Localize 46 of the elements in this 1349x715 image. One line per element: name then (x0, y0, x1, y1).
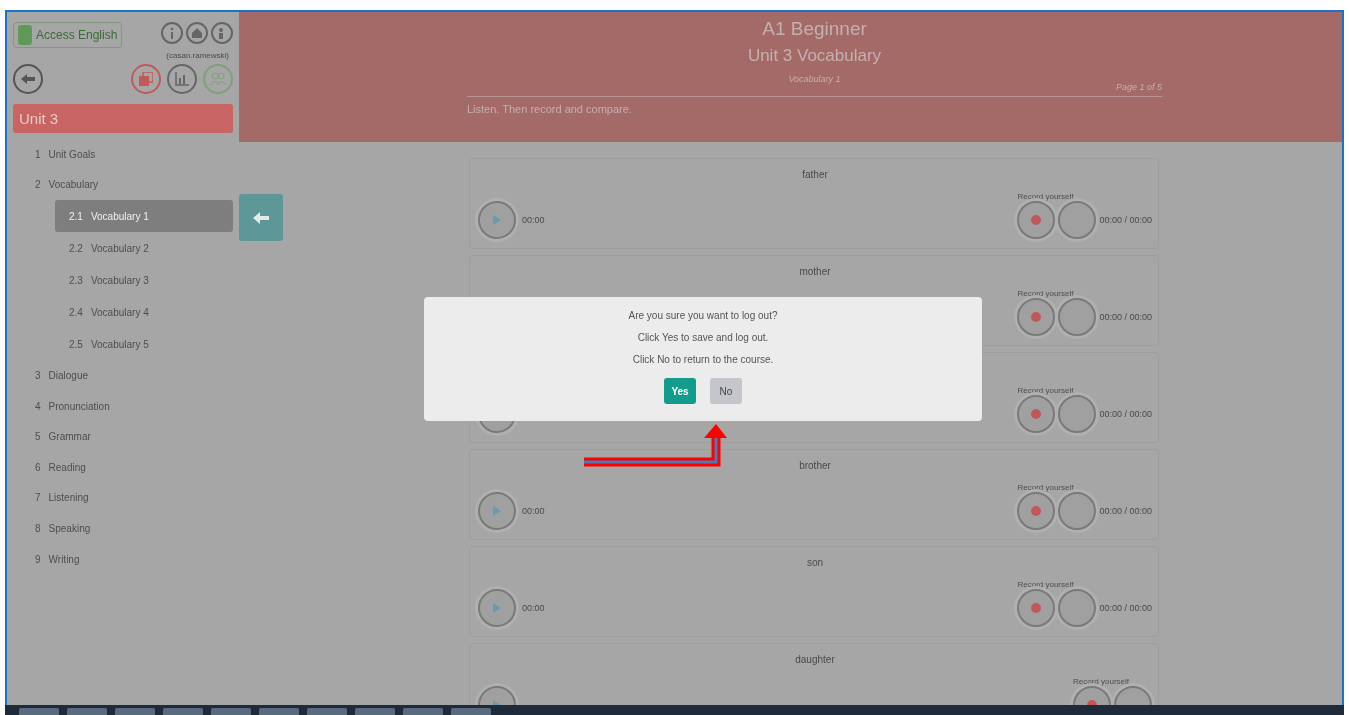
recording-time: 00:00 / 00:00 (1099, 506, 1152, 516)
sidebar-subitem[interactable]: 2.1 Vocabulary 1 (55, 200, 233, 233)
vocabulary-word: son (806, 557, 824, 568)
username: (casan.ramewski) (165, 51, 229, 60)
sidebar-item[interactable]: 8 Speaking (13, 513, 233, 544)
sidebar-subitem[interactable]: 2.2 Vocabulary 2 (55, 232, 233, 265)
yes-button[interactable]: Yes (664, 378, 696, 404)
vocabulary-word: father (802, 169, 828, 180)
vocabulary-word: mother (799, 266, 831, 277)
recording-time: 00:00 / 00:00 (1099, 312, 1152, 322)
sidebar-item[interactable]: 6 Reading (13, 451, 233, 483)
sidebar-item[interactable]: 1 Unit Goals (13, 139, 233, 170)
record-label: Record yourself (1017, 386, 1074, 395)
sidebar-item[interactable]: 7 Listening (13, 482, 233, 514)
vocabulary-word: daughter (795, 654, 835, 665)
record-label: Record yourself (1017, 289, 1074, 298)
sidebar-subitem[interactable]: 2.3 Vocabulary 3 (55, 264, 233, 297)
unit-title: Unit 3 (13, 104, 233, 133)
playback-time: 00:00 (522, 215, 545, 225)
page-number: Page 1 of 5 (467, 82, 1162, 97)
section-title: Vocabulary 1 (788, 74, 841, 84)
dialog-message: Click Yes to save and log out. (637, 332, 769, 343)
record-label: Record yourself (1073, 677, 1130, 686)
sidebar-item[interactable]: 5 Grammar (13, 421, 233, 452)
recording-time: 00:00 / 00:00 (1099, 409, 1152, 419)
recording-time: 00:00 / 00:00 (1099, 215, 1152, 225)
record-label: Record yourself (1017, 483, 1074, 492)
record-label: Record yourself (1017, 580, 1074, 589)
sidebar-subitem[interactable]: 2.4 Vocabulary 4 (55, 296, 233, 329)
unit-heading: Unit 3 Vocabulary (747, 46, 882, 66)
sidebar-item[interactable]: 9 Writing (13, 543, 233, 575)
course-level: A1 Beginner (762, 18, 867, 40)
instruction: Listen. Then record and compare. (467, 103, 632, 115)
sidebar-item[interactable]: 3 Dialogue (13, 360, 233, 391)
sidebar-item[interactable]: 2 Vocabulary (13, 169, 233, 201)
no-button[interactable]: No (710, 378, 742, 404)
playback-time: 00:00 (522, 603, 545, 613)
record-label: Record yourself (1017, 192, 1074, 201)
recording-time: 00:00 / 00:00 (1099, 603, 1152, 613)
sidebar-subitem[interactable]: 2.5 Vocabulary 5 (55, 328, 233, 361)
playback-time: 00:00 (522, 506, 545, 516)
dialog-message: Are you sure you want to log out? (628, 310, 778, 321)
sidebar-item[interactable]: 4 Pronunciation (13, 390, 233, 422)
logo-text: Access English (36, 28, 118, 42)
dialog-message: Click No to return to the course. (632, 354, 774, 365)
vocabulary-word: brother (799, 460, 831, 471)
